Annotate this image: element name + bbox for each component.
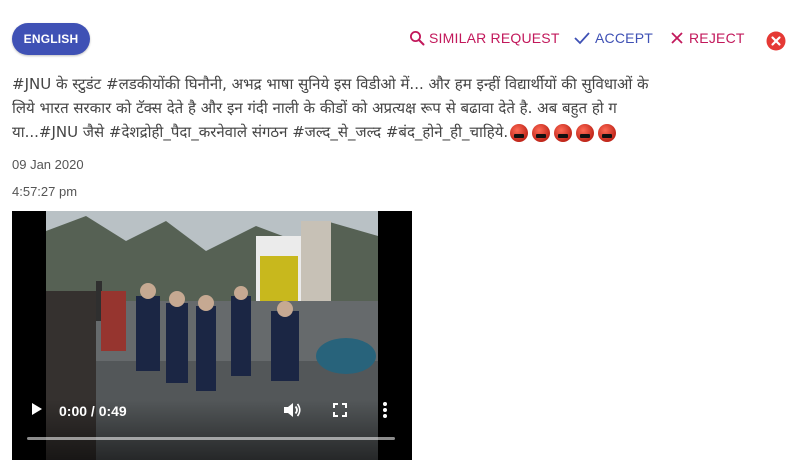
similar-request-label: SIMILAR REQUEST: [429, 30, 560, 46]
accept-label: ACCEPT: [595, 30, 653, 46]
post-text-line-3-text: या...#JNU जैसे #देशद्रोही_पैदा_करनेवाले …: [12, 123, 509, 141]
post-time: 4:57:27 pm: [12, 184, 78, 199]
angry-emoji-row: [510, 123, 617, 142]
post-date: 09 Jan 2020: [12, 157, 84, 172]
check-icon: [574, 32, 590, 45]
angry-face-icon: [554, 123, 573, 142]
reject-button[interactable]: REJECT: [669, 30, 749, 46]
more-vert-icon[interactable]: [382, 401, 388, 419]
angry-face-icon: [576, 123, 595, 142]
video-time: 0:00 / 0:49: [59, 403, 127, 419]
angry-face-icon: [510, 123, 529, 142]
volume-icon[interactable]: [282, 400, 302, 420]
angry-face-icon: [598, 123, 617, 142]
close-circle-icon: [766, 31, 786, 51]
reject-label: REJECT: [689, 30, 745, 46]
x-icon: [671, 32, 683, 44]
video-controls: 0:00 / 0:49: [12, 400, 412, 460]
close-button[interactable]: [766, 31, 786, 51]
similar-request-button[interactable]: SIMILAR REQUEST: [409, 30, 569, 46]
accept-button[interactable]: ACCEPT: [573, 30, 663, 46]
video-progress-bar[interactable]: [27, 437, 395, 440]
play-icon[interactable]: [30, 401, 44, 417]
post-text: #JNU के स्टुडंट #लडकीयोंकी घिनौनी, अभद्र…: [12, 72, 797, 144]
action-bar: SIMILAR REQUEST ACCEPT REJECT: [0, 30, 797, 52]
fullscreen-icon[interactable]: [332, 402, 348, 418]
search-icon: [410, 31, 425, 46]
angry-face-icon: [532, 123, 551, 142]
post-text-line-2: लिये भारत सरकार को टॅक्स देते है और इन ग…: [12, 99, 617, 117]
post-text-line-3: या...#JNU जैसे #देशद्रोही_पैदा_करनेवाले …: [12, 120, 797, 144]
post-text-line-1: #JNU के स्टुडंट #लडकीयोंकी घिनौनी, अभद्र…: [12, 75, 649, 93]
video-player[interactable]: 0:00 / 0:49: [12, 211, 412, 460]
